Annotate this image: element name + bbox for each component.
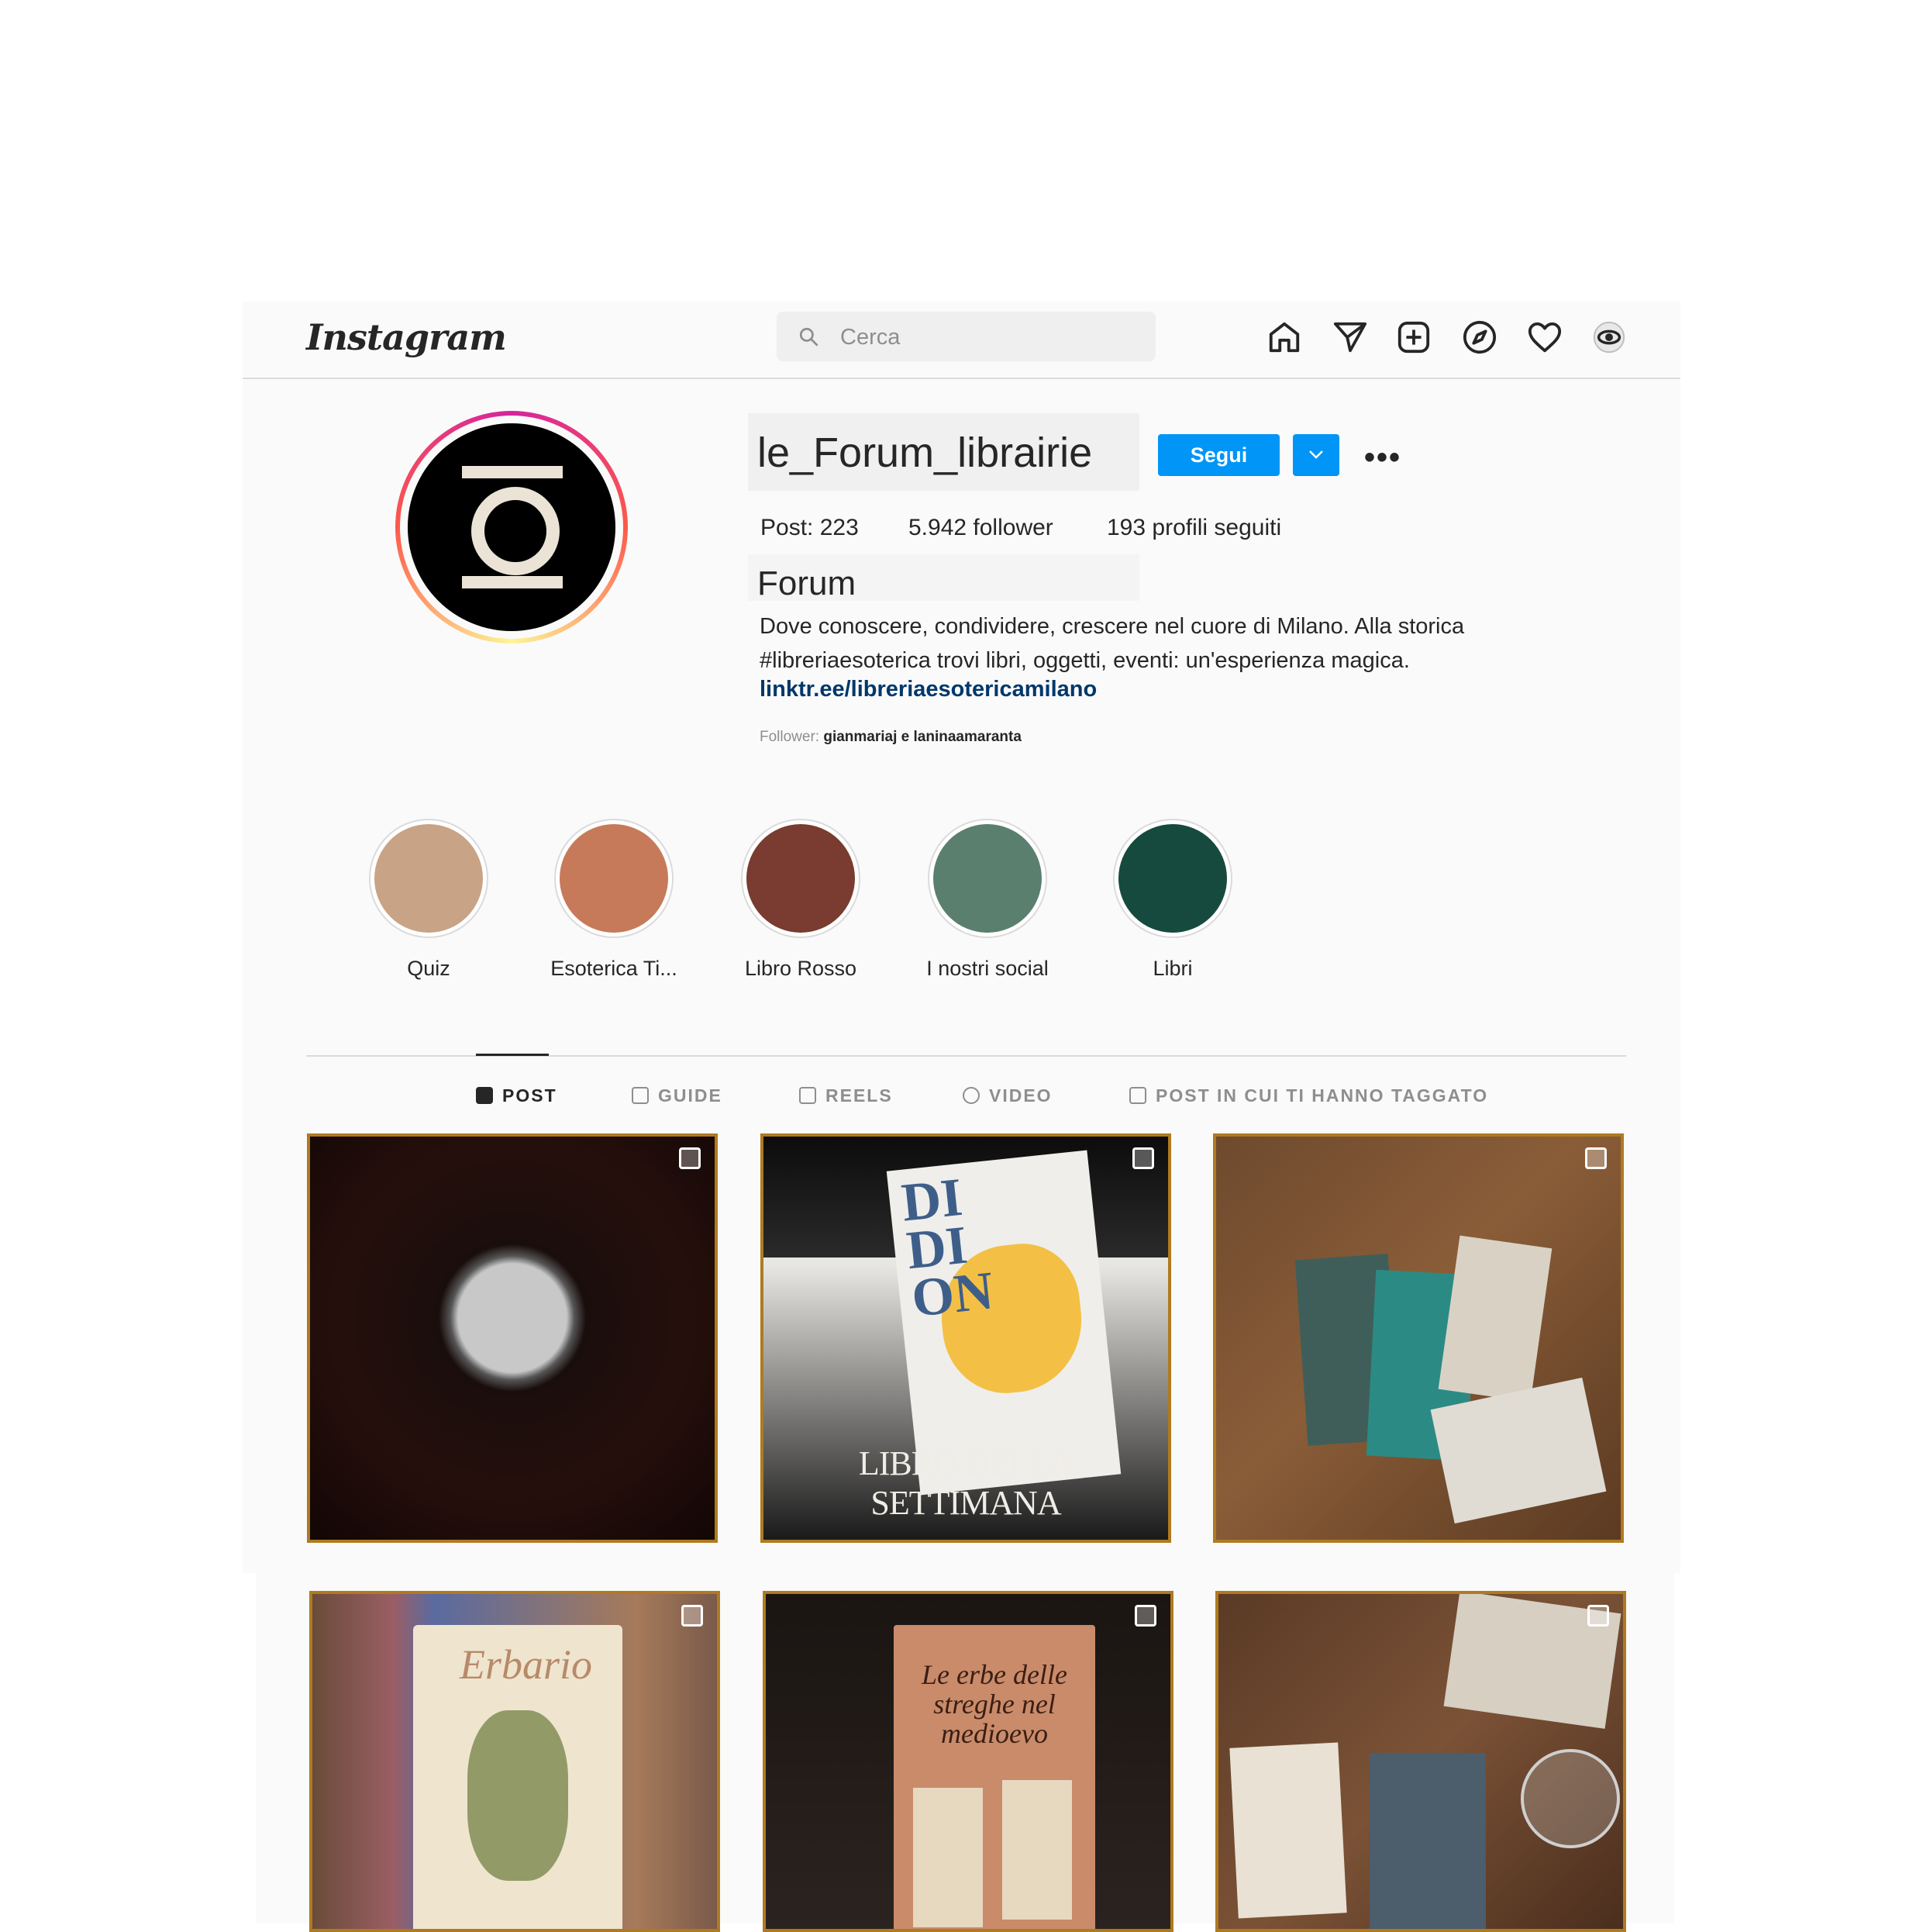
more-options-button[interactable]: ••• <box>1364 440 1401 475</box>
tab-tagged[interactable]: POST IN CUI TI HANNO TAGGATO <box>1129 1085 1488 1106</box>
highlight-quiz[interactable]: Quiz <box>367 819 491 980</box>
posts-count: Post: 223 <box>760 515 859 540</box>
highlight-label: Esoterica Ti... <box>550 957 677 980</box>
activity-icon[interactable] <box>1527 319 1563 355</box>
carousel-icon <box>1585 1147 1607 1169</box>
followed-by-text[interactable]: Follower: gianmariaj e laninaamaranta <box>760 729 1022 746</box>
chevron-down-icon <box>1309 450 1323 459</box>
carousel-icon <box>1587 1605 1609 1627</box>
profile-link[interactable]: linktr.ee/libreriaesotericamilano <box>760 677 1097 702</box>
avatar[interactable] <box>395 411 628 643</box>
highlight-esoterica[interactable]: Esoterica Ti... <box>550 819 677 980</box>
profile-bio: Dove conoscere, condividere, crescere ne… <box>760 609 1464 678</box>
post-thumbnail[interactable]: Erbario <box>309 1591 720 1932</box>
carousel-icon <box>1135 1605 1156 1627</box>
post-thumbnail[interactable]: Le erbe delle streghe nel medioevo <box>763 1591 1173 1932</box>
home-icon[interactable] <box>1266 319 1302 355</box>
tagged-icon <box>1129 1087 1146 1104</box>
post-thumbnail[interactable] <box>307 1133 718 1543</box>
highlight-label: Quiz <box>407 957 450 980</box>
tab-guide[interactable]: GUIDE <box>632 1085 722 1106</box>
tab-label: VIDEO <box>989 1085 1053 1106</box>
carousel-icon <box>679 1147 701 1169</box>
guide-icon <box>632 1087 649 1104</box>
reels-icon <box>799 1087 816 1104</box>
bio-line: #libreriaesoterica trovi libri, oggetti,… <box>760 648 1410 673</box>
highlight-label: Libro Rosso <box>744 957 857 980</box>
post-thumbnail[interactable] <box>1213 1133 1624 1543</box>
tab-video[interactable]: VIDEO <box>963 1085 1053 1106</box>
active-tab-indicator <box>476 1054 549 1056</box>
explore-icon[interactable] <box>1462 319 1497 355</box>
suggested-dropdown-button[interactable] <box>1293 434 1339 476</box>
highlight-libri[interactable]: Libri <box>1111 819 1235 980</box>
highlight-nostri-social[interactable]: I nostri social <box>925 819 1049 980</box>
followers-count[interactable]: 5.942 follower <box>908 515 1053 541</box>
new-post-icon[interactable] <box>1396 319 1432 355</box>
post-thumbnail[interactable] <box>1215 1591 1626 1932</box>
tab-label: REELS <box>825 1085 893 1106</box>
search-input[interactable] <box>839 321 1136 354</box>
post-caption: LIBRO DELLA SETTIMANA <box>858 1444 1074 1522</box>
tab-label: GUIDE <box>658 1085 722 1106</box>
bio-line: Dove conoscere, condividere, crescere ne… <box>760 614 1465 639</box>
grid-icon <box>476 1087 493 1104</box>
direct-icon[interactable] <box>1332 319 1368 355</box>
search-icon <box>799 327 818 347</box>
tab-post[interactable]: POST <box>476 1085 557 1106</box>
tab-reels[interactable]: REELS <box>799 1085 893 1106</box>
carousel-icon <box>1132 1147 1154 1169</box>
nav-divider <box>243 378 1680 379</box>
highlight-libro-rosso[interactable]: Libro Rosso <box>739 819 863 980</box>
post-thumbnail[interactable]: DI DI ON LIBRO DELLA SETTIMANA <box>760 1133 1171 1543</box>
profile-full-name: Forum <box>757 564 856 602</box>
profile-username: le_Forum_librairie <box>757 430 1093 476</box>
carousel-icon <box>681 1605 703 1627</box>
video-icon <box>963 1087 980 1104</box>
following-count[interactable]: 193 profili seguiti <box>1107 515 1281 541</box>
search-bar[interactable] <box>777 312 1156 361</box>
highlight-label: Libri <box>1153 957 1193 980</box>
followed-by-prefix: Follower: <box>760 729 824 745</box>
follow-button[interactable]: Segui <box>1158 434 1280 476</box>
highlight-label: I nostri social <box>926 957 1049 980</box>
instagram-logo[interactable]: Instagram <box>306 316 507 358</box>
profile-icon[interactable] <box>1591 319 1627 355</box>
tab-label: POST IN CUI TI HANNO TAGGATO <box>1156 1085 1489 1106</box>
followed-by-names: gianmariaj e laninaamaranta <box>823 729 1022 745</box>
tab-label: POST <box>502 1085 557 1106</box>
